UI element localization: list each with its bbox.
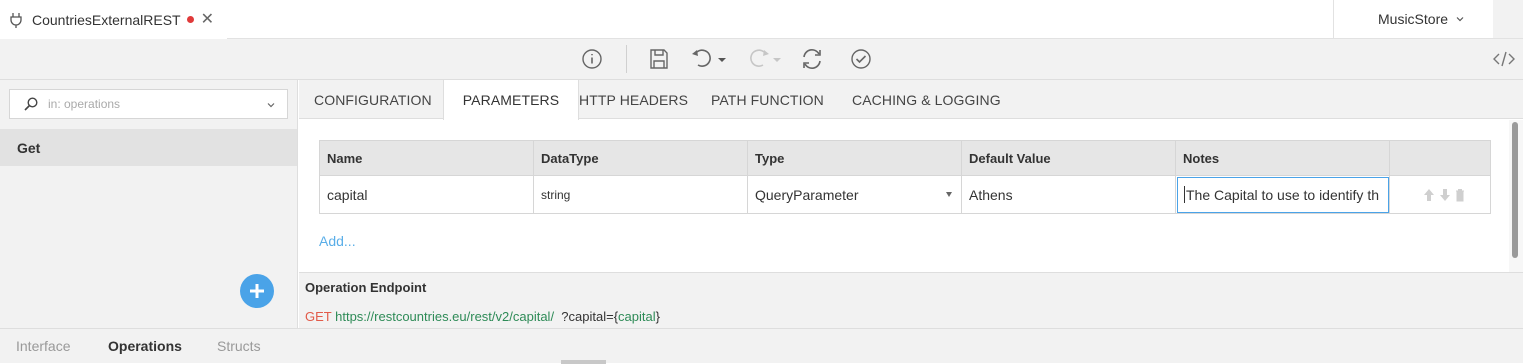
tab-label: CONFIGURATION <box>314 91 432 108</box>
dropdown-caret-icon <box>946 192 952 197</box>
toolbar-separator <box>626 45 627 73</box>
redo-icon[interactable] <box>745 47 783 71</box>
delete-icon[interactable] <box>1455 188 1465 202</box>
add-parameter-link[interactable]: Add... <box>319 233 356 249</box>
table-row: capital string QueryParameter Athens The… <box>320 175 1490 213</box>
document-tab-title: CountriesExternalREST <box>32 11 181 28</box>
param-name-cell[interactable]: capital <box>320 176 534 213</box>
search-icon <box>24 97 38 111</box>
operation-label: Get <box>17 139 41 156</box>
query-suffix: } <box>655 309 660 324</box>
tab-parameters[interactable]: PARAMETERS <box>443 80 579 120</box>
operation-tabs: CONFIGURATION PARAMETERS HTTP HEADERS PA… <box>299 80 1523 120</box>
parameters-content: Name DataType Type Default Value Notes c… <box>299 120 1509 272</box>
column-header-default-value: Default Value <box>962 141 1176 175</box>
endpoint-label: Operation Endpoint <box>305 280 427 295</box>
tab-configuration[interactable]: CONFIGURATION <box>314 80 432 119</box>
column-header-actions <box>1390 141 1490 175</box>
tab-strip-fill <box>227 0 1333 38</box>
tab-http-headers[interactable]: HTTP HEADERS <box>579 80 688 119</box>
table-header-row: Name DataType Type Default Value Notes <box>320 141 1490 175</box>
operation-item-get[interactable]: Get <box>0 129 297 166</box>
scrollbar-thumb[interactable] <box>1512 122 1518 258</box>
unsaved-indicator <box>186 16 194 23</box>
code-view-icon[interactable] <box>1492 47 1516 71</box>
tab-label: PATH FUNCTION <box>711 91 824 108</box>
info-icon[interactable] <box>580 47 604 71</box>
chevron-down-icon[interactable] <box>267 101 275 109</box>
http-method: GET <box>305 309 332 324</box>
validate-icon[interactable] <box>849 47 873 71</box>
undo-icon[interactable] <box>690 47 728 71</box>
tab-label: CACHING & LOGGING <box>852 91 1001 108</box>
refresh-icon[interactable] <box>800 47 824 71</box>
param-type-value: QueryParameter <box>755 186 859 203</box>
bottom-tab-structs[interactable]: Structs <box>217 338 261 354</box>
plug-icon <box>10 12 22 28</box>
top-bar: CountriesExternalREST ✕ MusicStore <box>0 0 1523 39</box>
param-type-select[interactable]: QueryParameter <box>748 176 962 213</box>
plus-icon <box>250 284 264 298</box>
project-name: MusicStore <box>1378 11 1449 27</box>
column-header-type: Type <box>748 141 962 175</box>
vertical-scrollbar[interactable] <box>1509 120 1523 272</box>
param-default-value-cell[interactable]: Athens <box>962 176 1176 213</box>
close-tab-icon[interactable]: ✕ <box>201 11 214 28</box>
text-cursor <box>1184 186 1185 203</box>
search-input[interactable]: in: operations <box>48 97 120 111</box>
endpoint-base-url: https://restcountries.eu/rest/v2/capital… <box>335 309 555 324</box>
horizontal-scrollbar-thumb[interactable] <box>561 360 606 364</box>
param-datatype-cell[interactable]: string <box>534 176 748 213</box>
operations-search[interactable]: in: operations <box>9 89 288 119</box>
notes-value: The Capital to use to identify th <box>1186 186 1379 203</box>
param-notes-cell[interactable]: The Capital to use to identify th <box>1176 176 1390 213</box>
document-tab[interactable]: CountriesExternalREST ✕ <box>0 0 227 39</box>
parameters-table: Name DataType Type Default Value Notes c… <box>319 140 1491 214</box>
chevron-down-icon <box>1456 17 1464 22</box>
bottom-tab-interface[interactable]: Interface <box>16 338 70 354</box>
tab-label: HTTP HEADERS <box>579 91 689 108</box>
column-header-name: Name <box>320 141 534 175</box>
tab-caching-logging[interactable]: CACHING & LOGGING <box>852 80 1001 119</box>
operations-panel: in: operations Get <box>0 80 298 328</box>
column-header-notes: Notes <box>1176 141 1390 175</box>
add-operation-button[interactable] <box>240 274 274 308</box>
notes-input[interactable]: The Capital to use to identify th <box>1177 176 1389 213</box>
query-param: capital <box>618 309 656 324</box>
column-header-datatype: DataType <box>534 141 748 175</box>
project-selector[interactable]: MusicStore <box>1333 0 1493 38</box>
toolbar <box>0 39 1523 80</box>
tab-label: PARAMETERS <box>462 92 560 108</box>
move-down-icon[interactable] <box>1439 188 1451 202</box>
bottom-tabs: Interface Operations Structs <box>0 328 1523 364</box>
endpoint-url: GET https://restcountries.eu/rest/v2/cap… <box>305 309 660 324</box>
bottom-tab-operations[interactable]: Operations <box>108 338 182 354</box>
row-actions <box>1390 176 1490 213</box>
move-up-icon[interactable] <box>1423 188 1435 202</box>
save-icon[interactable] <box>647 47 671 71</box>
tab-path-function[interactable]: PATH FUNCTION <box>711 80 824 119</box>
query-prefix: ?capital={ <box>561 309 619 324</box>
operation-endpoint-panel: Operation Endpoint GET https://restcount… <box>299 272 1523 328</box>
